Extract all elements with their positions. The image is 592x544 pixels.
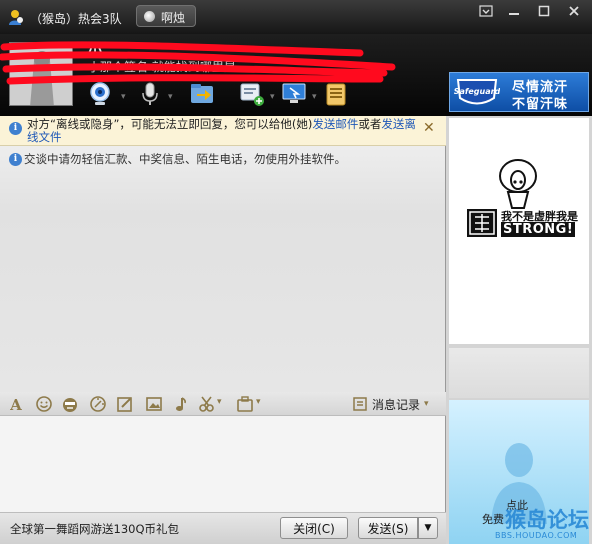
close-window-button[interactable] xyxy=(560,1,588,21)
message-display[interactable]: i 对方“离线或隐身”，可能无法立即回复，您可以给他(她)发送邮件或者发送离线文… xyxy=(0,116,446,392)
history-icon xyxy=(353,397,367,411)
minimize-button[interactable] xyxy=(500,1,528,21)
toolbar-separator: ▾ xyxy=(312,92,317,102)
emoji-icon[interactable] xyxy=(35,395,53,413)
window-title: （猴岛）热会3队 xyxy=(30,12,122,26)
screenshot-dropdown-icon[interactable]: ▾ xyxy=(217,397,222,407)
menu-button[interactable] xyxy=(472,1,500,21)
security-warning: 交谈中请勿轻信汇款、中奖信息、陌生电话，勿使用外挂软件。 xyxy=(24,152,346,166)
message-history-button[interactable]: 消息记录 ▾ xyxy=(352,394,429,414)
status-label: 啊烛 xyxy=(161,11,186,25)
chevron-down-icon: ▾ xyxy=(424,399,429,409)
side-panel-divider xyxy=(449,348,589,398)
chevron-down-icon: ▼ xyxy=(424,523,432,533)
close-icon xyxy=(569,6,579,16)
offline-notice-text: 对方“离线或隐身”，可能无法立即回复，您可以给他(她)发送邮件或者发送离线文件 xyxy=(27,118,419,144)
toolbar-separator: ▾ xyxy=(270,92,275,102)
title-bar: （猴岛）热会3队 啊烛 xyxy=(0,0,592,34)
contact-header: 小 小那个签名 就能找到哪里是 ▾ ▾ ▾ ▾ Safeguard 尽情流汗 不… xyxy=(0,34,592,116)
ad-banner[interactable]: Safeguard 尽情流汗 不留汗味 xyxy=(449,72,589,112)
message-input[interactable] xyxy=(0,416,446,512)
minimize-icon xyxy=(509,13,519,15)
close-button[interactable]: 关闭(C) xyxy=(280,517,348,539)
info-icon: i xyxy=(9,153,22,166)
avatar-show-area[interactable]: 点此 免费 猴岛论坛 BBS.HOUDAO.COM xyxy=(449,400,589,544)
voice-call-icon[interactable] xyxy=(136,80,164,108)
offline-notice-part2: 或者 xyxy=(358,117,382,131)
history-label: 消息记录 xyxy=(372,397,421,412)
info-icon: i xyxy=(9,122,22,135)
create-group-icon[interactable] xyxy=(238,80,266,108)
bottom-bar: 全球第一舞蹈网游送130Q币礼包 关闭(C) 发送(S) ▼ xyxy=(0,512,446,544)
edit-icon[interactable] xyxy=(116,395,134,413)
toolbar-separator: ▾ xyxy=(168,92,173,102)
app-dropdown-icon[interactable]: ▾ xyxy=(256,397,261,407)
promo-link[interactable]: 全球第一舞蹈网游送130Q币礼包 xyxy=(10,521,179,537)
app-icon[interactable] xyxy=(236,395,254,413)
send-options-button[interactable]: ▼ xyxy=(418,517,438,539)
send-button[interactable]: 发送(S) xyxy=(358,517,418,539)
svg-text:A: A xyxy=(9,396,22,413)
strong-mascot-icon xyxy=(499,159,537,209)
svg-text:Safeguard: Safeguard xyxy=(454,87,500,96)
format-toolbar: A ▾ ▾ 消息记录 ▾ xyxy=(0,392,446,416)
click-hint-line2: 免费 xyxy=(482,513,504,526)
video-call-icon[interactable] xyxy=(86,80,114,108)
forum-watermark-url: BBS.HOUDAO.COM xyxy=(495,531,578,540)
status-button[interactable]: 啊烛 xyxy=(136,5,196,27)
app-menu-icon[interactable] xyxy=(322,80,350,108)
face-icon[interactable] xyxy=(61,395,79,413)
user-icon xyxy=(9,10,23,25)
send-file-icon[interactable] xyxy=(188,80,216,108)
magic-icon[interactable] xyxy=(89,395,107,413)
screenshot-icon[interactable] xyxy=(198,395,216,413)
offline-notice-part1: 对方“离线或隐身”，可能无法立即回复，您可以给他(她) xyxy=(27,117,313,131)
offline-notice: i 对方“离线或隐身”，可能无法立即回复，您可以给他(她)发送邮件或者发送离线文… xyxy=(0,116,446,146)
image-icon[interactable] xyxy=(145,395,163,413)
toolbar-separator: ▾ xyxy=(121,92,126,102)
maximize-button[interactable] xyxy=(530,1,558,21)
ad-text-line2: 不留汗味 xyxy=(512,97,569,112)
status-dot-icon xyxy=(144,11,155,22)
show-text-line2: STRONG! xyxy=(501,222,576,237)
forum-watermark: 猴岛论坛 xyxy=(505,508,589,532)
side-panel: 我不是虚胖我是 STRONG! 点此 免费 猴岛论坛 BBS.HOUDAO.CO… xyxy=(446,116,592,544)
maximize-icon xyxy=(538,5,550,17)
show-panel[interactable]: 我不是虚胖我是 STRONG! xyxy=(449,118,589,344)
font-icon[interactable]: A xyxy=(7,395,25,413)
close-notice-button[interactable]: ✕ xyxy=(423,120,435,136)
seal-icon xyxy=(467,209,497,237)
menu-icon xyxy=(479,5,493,17)
safeguard-logo-icon: Safeguard xyxy=(454,79,500,105)
music-icon[interactable] xyxy=(172,395,190,413)
send-email-link[interactable]: 发送邮件 xyxy=(312,117,358,131)
remote-assist-icon[interactable] xyxy=(280,80,308,108)
